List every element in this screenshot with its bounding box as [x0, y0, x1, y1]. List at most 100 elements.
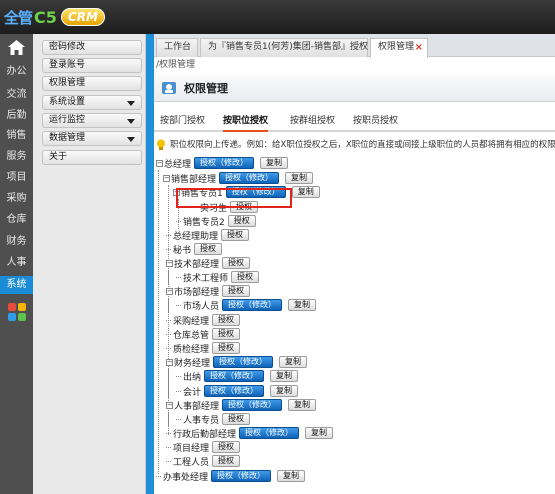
grant-edit-button[interactable]: 授权（修改）: [204, 385, 265, 397]
submenu-item[interactable]: 数据管理: [42, 131, 142, 146]
grant-button[interactable]: 授权: [222, 257, 251, 269]
tree-branch-line: [166, 248, 171, 250]
tree-branch-line: [176, 276, 181, 278]
copy-button[interactable]: 复制: [288, 299, 317, 311]
nav-item[interactable]: 人事: [0, 254, 33, 272]
logo-text-2: C5: [34, 7, 57, 27]
tree-branch-line: [166, 460, 171, 462]
grant-button[interactable]: 授权: [222, 413, 251, 425]
copy-button[interactable]: 复制: [291, 186, 320, 198]
tree-branch-line: [166, 234, 171, 236]
tree-node-label: 工程人员: [173, 457, 210, 468]
tree-node-label: 项目经理: [173, 443, 210, 454]
copy-button[interactable]: 复制: [270, 385, 299, 397]
copy-button[interactable]: 复制: [279, 356, 308, 368]
grant-button[interactable]: 授权: [212, 441, 241, 453]
tree-node: 会计 授权（修改） 复制: [176, 385, 304, 398]
subtab-by-group[interactable]: 按群组授权: [290, 110, 335, 132]
tree-node: − 总经理 授权（修改） 复制: [156, 157, 294, 170]
nav-item[interactable]: 系统: [0, 276, 33, 294]
hint-text: 职位权限向上传递。例如：给X职位授权之后，X职位的直接或间接上级职位的人员都将拥…: [170, 140, 555, 150]
nav-item[interactable]: 服务: [0, 148, 33, 166]
collapse-toggle-icon[interactable]: −: [156, 159, 163, 167]
grant-button[interactable]: 授权: [212, 455, 241, 467]
grant-edit-button[interactable]: 授权（修改）: [239, 427, 300, 439]
splitter-bar[interactable]: [146, 34, 154, 494]
collapse-toggle-icon[interactable]: −: [163, 174, 170, 182]
nav-item[interactable]: 办公: [0, 63, 33, 81]
grant-edit-button[interactable]: 授权（修改）: [204, 370, 265, 382]
collapse-toggle-icon[interactable]: −: [166, 358, 173, 366]
tree-node-label: 销售部经理: [171, 174, 217, 185]
subtab-bar: 按部门授权 按职位授权 按群组授权 按职员授权: [154, 110, 555, 132]
tab-authorize-position[interactable]: 为『销售专员1(何芳)集团-销售部』授权: [200, 38, 368, 57]
tree-node: 总经理助理 授权: [166, 229, 255, 242]
submenu-item[interactable]: 关于: [42, 150, 142, 165]
home-icon[interactable]: [8, 40, 25, 55]
grant-button[interactable]: 授权: [194, 243, 223, 255]
close-icon[interactable]: ×: [415, 39, 423, 56]
grant-button[interactable]: 授权: [212, 314, 241, 326]
grant-button[interactable]: 授权: [222, 285, 251, 297]
tree-node: 质检经理 授权: [166, 342, 246, 355]
grant-button[interactable]: 授权: [212, 342, 241, 354]
grant-edit-button[interactable]: 授权（修改）: [222, 399, 283, 411]
tab-workbench[interactable]: 工作台: [156, 38, 198, 57]
nav-item[interactable]: 仓库: [0, 211, 33, 229]
submenu-item[interactable]: 权限管理: [42, 76, 142, 91]
copy-button[interactable]: 复制: [260, 157, 289, 169]
page-header: 权限管理: [154, 74, 555, 102]
highlight-box: [176, 188, 292, 208]
grant-button[interactable]: 授权: [227, 215, 256, 227]
submenu-item[interactable]: 登录账号: [42, 58, 142, 73]
window-tab-strip: 工作台 为『销售专员1(何芳)集团-销售部』授权 权限管理 ×: [154, 34, 555, 58]
copy-button[interactable]: 复制: [288, 399, 317, 411]
collapse-toggle-icon[interactable]: −: [166, 259, 173, 267]
grant-edit-button[interactable]: 授权（修改）: [222, 299, 283, 311]
nav-item[interactable]: 后勤: [0, 107, 33, 125]
copy-button[interactable]: 复制: [277, 470, 306, 482]
submenu-item[interactable]: 密码修改: [42, 40, 142, 55]
tab-permission-management[interactable]: 权限管理 ×: [370, 38, 428, 58]
tree-node: 工程人员 授权: [166, 455, 246, 468]
nav-item[interactable]: 交流: [0, 86, 33, 104]
grant-edit-button[interactable]: 授权（修改）: [213, 356, 274, 368]
tree-node-label: 总经理: [164, 159, 192, 170]
nav-item[interactable]: 采购: [0, 190, 33, 208]
tree-node: 出纳 授权（修改） 复制: [176, 370, 304, 383]
tree-branch-line: [166, 333, 171, 335]
nav-item[interactable]: 财务: [0, 233, 33, 251]
system-submenu: 密码修改登录账号权限管理系统设置运行监控数据管理关于: [33, 34, 146, 494]
nav-item[interactable]: 销售: [0, 127, 33, 145]
subtab-by-employee[interactable]: 按职员授权: [353, 110, 398, 132]
tree-node: − 技术部经理 授权: [166, 257, 256, 270]
copy-button[interactable]: 复制: [285, 172, 314, 184]
submenu-item[interactable]: 运行监控: [42, 113, 142, 128]
tree-node-label: 出纳: [183, 372, 202, 383]
apps-icon[interactable]: [7, 302, 27, 322]
grant-button[interactable]: 授权: [231, 271, 260, 283]
hint-bar: 职位权限向上传递。例如：给X职位授权之后，X职位的直接或间接上级职位的人员都将拥…: [154, 137, 555, 153]
collapse-toggle-icon[interactable]: −: [166, 401, 173, 409]
grant-button[interactable]: 授权: [221, 229, 250, 241]
submenu-item[interactable]: 系统设置: [42, 95, 142, 110]
tree-node: 仓库总管 授权: [166, 328, 246, 341]
collapse-toggle-icon[interactable]: −: [166, 287, 173, 295]
grant-button[interactable]: 授权: [212, 328, 241, 340]
tree-branch-line: [176, 304, 181, 306]
breadcrumb: /权限管理: [156, 60, 196, 70]
grant-edit-button[interactable]: 授权（修改）: [211, 470, 272, 482]
subtab-by-department[interactable]: 按部门授权: [160, 110, 205, 132]
tree-branch-line: [176, 390, 181, 392]
tree-node-label: 市场部经理: [174, 287, 220, 298]
grant-edit-button[interactable]: 授权（修改）: [194, 157, 255, 169]
tab-label: 工作台: [164, 42, 192, 52]
tab-label: 权限管理: [378, 42, 415, 52]
copy-button[interactable]: 复制: [270, 370, 299, 382]
grant-edit-button[interactable]: 授权（修改）: [219, 172, 280, 184]
copy-button[interactable]: 复制: [305, 427, 334, 439]
tree-node: 市场人员 授权（修改） 复制: [176, 299, 322, 312]
nav-item[interactable]: 项目: [0, 169, 33, 187]
tree-node: 秘书 授权: [166, 243, 228, 256]
subtab-by-position[interactable]: 按职位授权: [223, 110, 269, 132]
